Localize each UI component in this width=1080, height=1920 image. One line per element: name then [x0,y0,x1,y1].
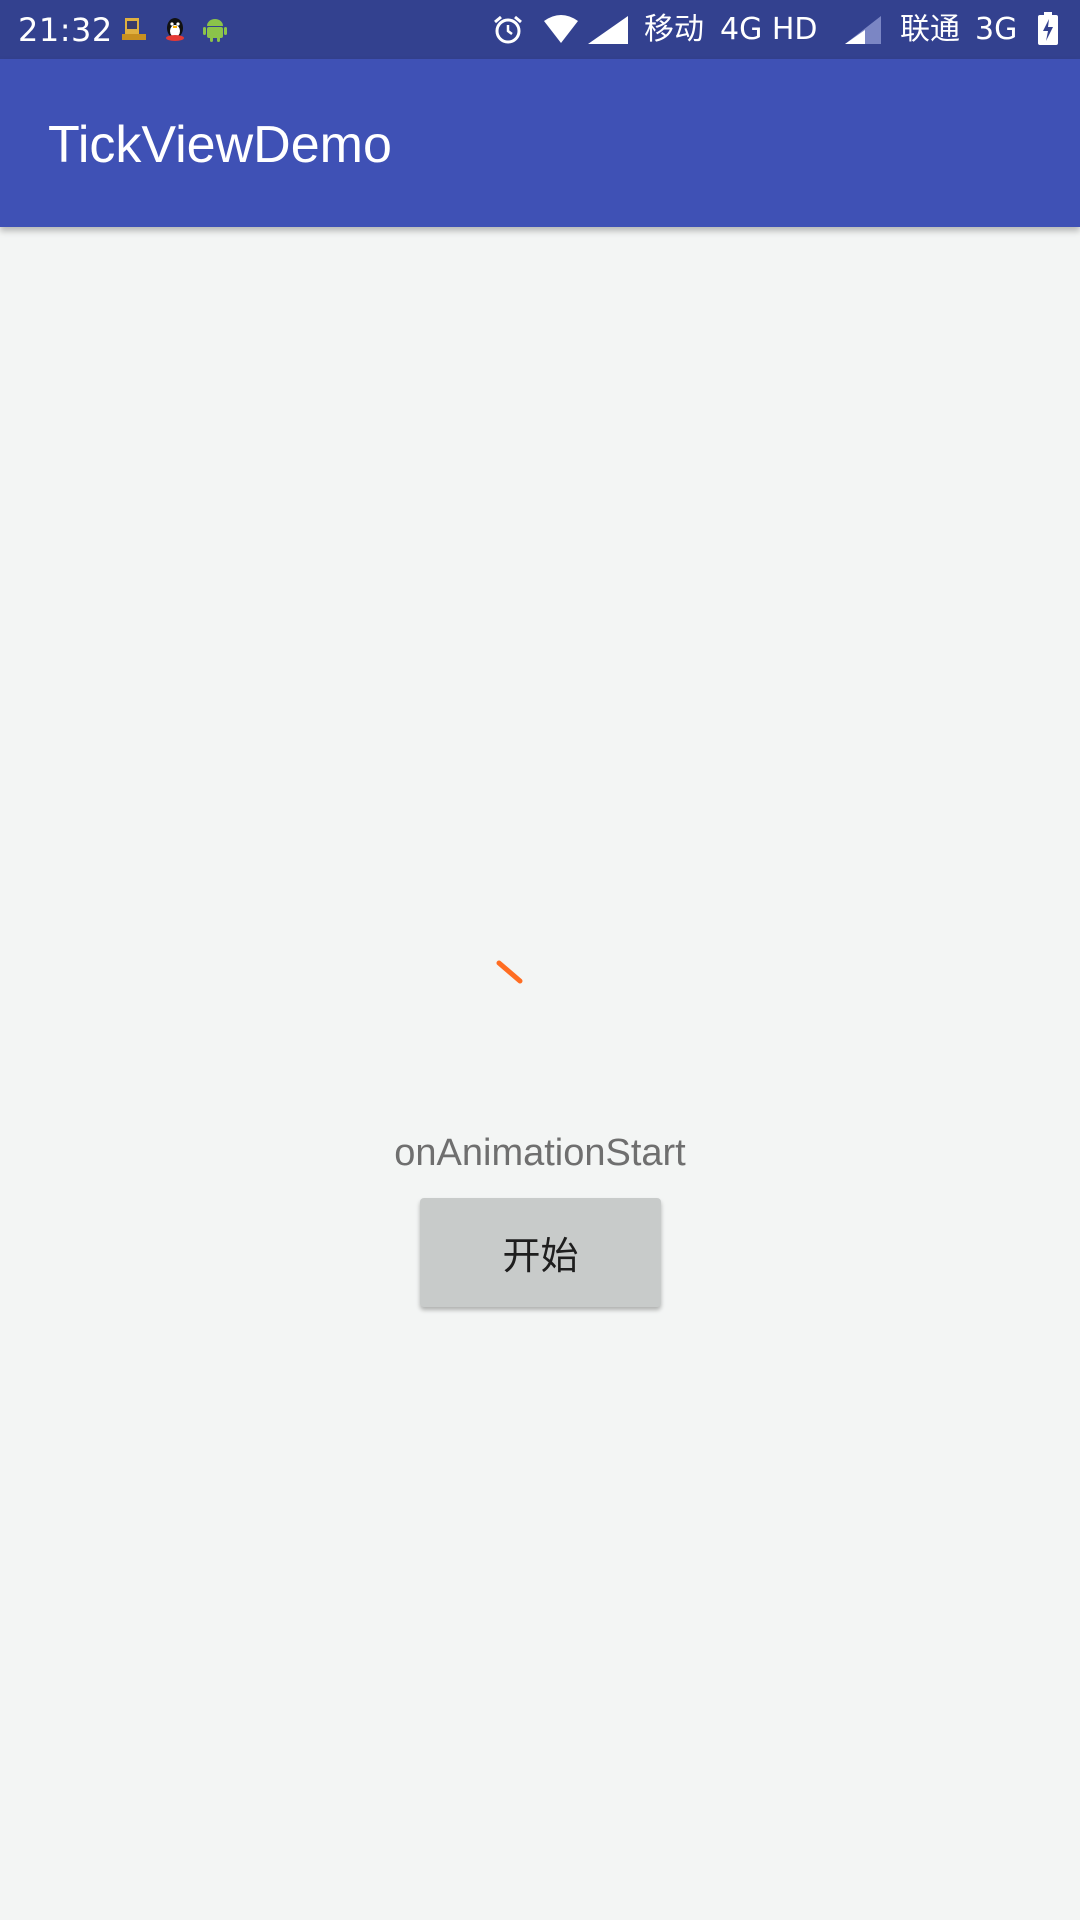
tick-view[interactable] [470,930,610,1010]
alarm-icon [492,14,522,44]
status-bar: 21:32 移动 4G HD 联通 3G [0,0,1080,59]
battery-icon [1037,12,1067,45]
notification-box-icon [120,14,150,44]
carrier-2: 联通 [900,12,960,47]
start-button-label: 开始 [502,1234,579,1278]
qq-penguin-icon [160,14,190,44]
wifi-icon [543,14,578,44]
network-type-1: 4G HD [720,12,818,47]
signal-icon [586,14,628,44]
app-bar: TickViewDemo [0,59,1080,227]
carrier-1: 移动 [644,12,704,47]
android-icon [200,14,230,44]
tick-stroke [496,960,523,984]
start-button[interactable]: 开始 [420,1198,661,1307]
status-time: 21:32 [18,11,113,49]
animation-status-text: onAnimationStart [394,1132,686,1174]
network-type-2: 3G [975,12,1018,47]
signal-weak-icon [843,14,881,44]
app-title: TickViewDemo [48,116,392,174]
